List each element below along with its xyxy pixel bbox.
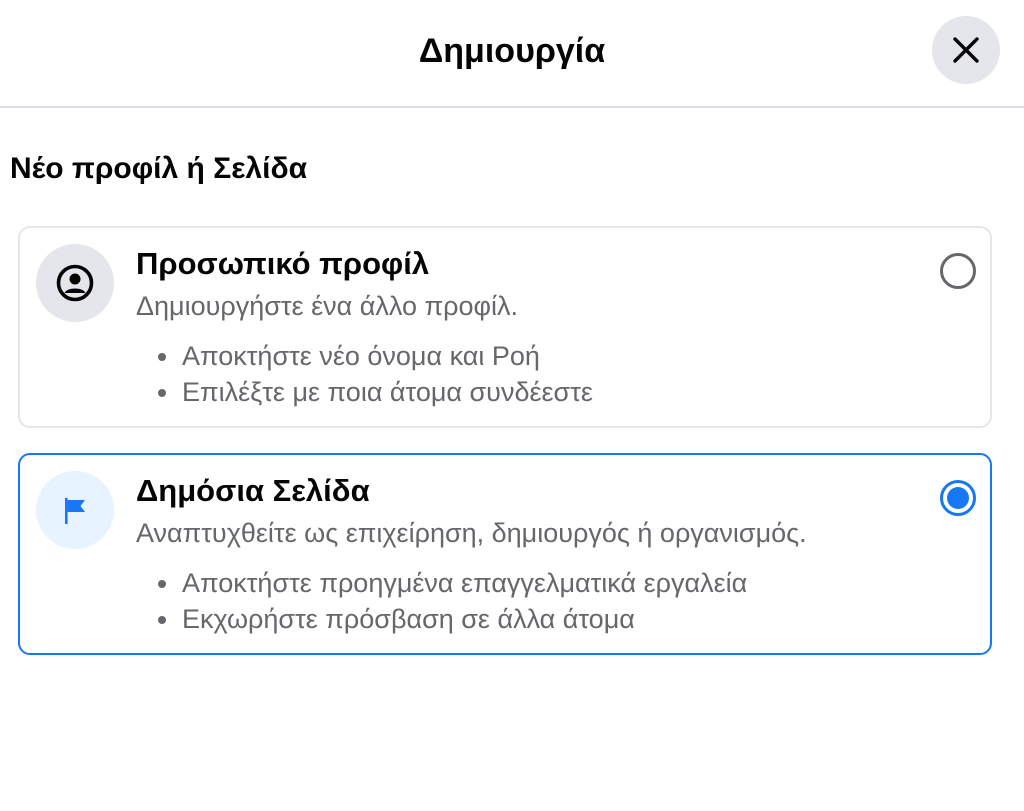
option-title: Δημόσια Σελίδα bbox=[136, 473, 370, 508]
close-button[interactable] bbox=[932, 16, 1000, 84]
bullet-item: Επιλέξτε με ποια άτομα συνδέεστε bbox=[156, 374, 593, 410]
option-public-page[interactable]: Δημόσια Σελίδα Αναπτυχθείτε ως επιχείρησ… bbox=[18, 453, 992, 655]
radio-personal-profile[interactable] bbox=[940, 253, 976, 289]
radio-public-page[interactable] bbox=[940, 480, 976, 516]
section-title: Νέο προφίλ ή Σελίδα bbox=[10, 152, 308, 185]
option-personal-profile[interactable]: Προσωπικό προφίλ Δημιουργήστε ένα άλλο π… bbox=[18, 226, 992, 428]
option-title: Προσωπικό προφίλ bbox=[136, 246, 430, 281]
bullet-item: Αποκτήστε προηγμένα επαγγελματικά εργαλε… bbox=[156, 565, 747, 601]
option-bullet-list: Αποκτήστε προηγμένα επαγγελματικά εργαλε… bbox=[156, 565, 747, 637]
user-circle-icon bbox=[36, 244, 114, 322]
option-description: Δημιουργήστε ένα άλλο προφίλ. bbox=[136, 291, 519, 321]
bullet-item: Εκχωρήστε πρόσβαση σε άλλα άτομα bbox=[156, 601, 747, 637]
flag-icon bbox=[36, 471, 114, 549]
dialog-title: Δημιουργία bbox=[418, 32, 606, 70]
option-bullet-list: Αποκτήστε νέο όνομα και Ροή Επιλέξτε με … bbox=[156, 338, 593, 410]
dialog-header: Δημιουργία bbox=[0, 0, 1024, 108]
bullet-item: Αποκτήστε νέο όνομα και Ροή bbox=[156, 338, 593, 374]
close-icon bbox=[953, 37, 979, 63]
option-description: Αναπτυχθείτε ως επιχείρηση, δημιουργός ή… bbox=[136, 518, 807, 548]
